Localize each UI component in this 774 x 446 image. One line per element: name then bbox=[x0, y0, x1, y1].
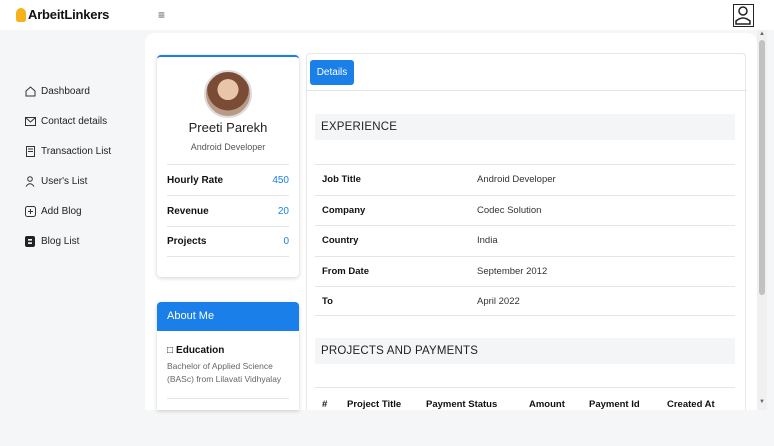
tab-details[interactable]: Details bbox=[310, 60, 354, 85]
stat-value[interactable]: 20 bbox=[278, 206, 289, 217]
profile-card: Preeti Parekh Android Developer Hourly R… bbox=[157, 55, 299, 277]
column-header-project-title[interactable]: Project Title bbox=[347, 399, 401, 410]
home-icon bbox=[24, 85, 36, 97]
column-header-amount[interactable]: Amount bbox=[529, 399, 565, 410]
blogger-icon bbox=[24, 235, 36, 247]
experience-row-company: Company Codec Solution bbox=[315, 195, 735, 225]
experience-label: From Date bbox=[322, 266, 369, 277]
stat-value[interactable]: 450 bbox=[272, 175, 289, 186]
experience-row-from-date: From Date September 2012 bbox=[315, 256, 735, 286]
stat-row-projects: Projects 0 bbox=[167, 226, 289, 257]
scrollbar-thumb[interactable] bbox=[759, 40, 765, 295]
sidebar-item-label: Transaction List bbox=[41, 145, 112, 157]
divider bbox=[167, 398, 289, 399]
table-divider bbox=[315, 387, 735, 388]
stat-label: Hourly Rate bbox=[167, 174, 224, 186]
document-icon bbox=[24, 145, 36, 157]
stat-row-revenue: Revenue 20 bbox=[167, 195, 289, 226]
avatar bbox=[204, 70, 252, 118]
experience-value: India bbox=[477, 235, 498, 246]
book-icon: □ bbox=[167, 345, 174, 356]
about-card: About Me □ Education Bachelor of Applied … bbox=[157, 302, 299, 410]
logo-drop-icon bbox=[16, 7, 26, 22]
sidebar-item-transaction-list[interactable]: Transaction List bbox=[24, 145, 111, 157]
experience-label: Job Title bbox=[322, 174, 361, 185]
sidebar-item-users-list[interactable]: User's List bbox=[24, 175, 87, 187]
sidebar-item-dashboard[interactable]: Dashboard bbox=[24, 85, 90, 97]
details-card: Details EXPERIENCE Job Title Android Dev… bbox=[306, 53, 747, 410]
experience-heading: EXPERIENCE bbox=[315, 114, 735, 140]
sidebar-item-blog-list[interactable]: Blog List bbox=[24, 235, 79, 247]
experience-value: September 2012 bbox=[477, 266, 548, 277]
app-name: ArbeitLinkers bbox=[28, 7, 110, 22]
scroll-down-icon[interactable]: ▼ bbox=[757, 399, 767, 405]
top-bar: ArbeitLinkers ≡ bbox=[0, 0, 774, 30]
sidebar-item-label: Contact details bbox=[41, 115, 108, 127]
experience-value: April 2022 bbox=[477, 295, 520, 307]
menu-toggle-icon[interactable]: ≡ bbox=[158, 8, 165, 22]
experience-value: Codec Solution bbox=[477, 205, 542, 216]
experience-row-to: To April 2022 bbox=[315, 286, 735, 316]
page-scrollbar[interactable]: ▲ ▼ bbox=[757, 30, 767, 410]
education-heading: □ Education bbox=[167, 345, 224, 356]
sidebar-item-contact-details[interactable]: Contact details bbox=[24, 115, 107, 127]
experience-label: Company bbox=[322, 205, 366, 216]
column-header-index[interactable]: # bbox=[322, 399, 327, 410]
user-icon bbox=[735, 6, 751, 25]
experience-value: Android Developer bbox=[477, 174, 556, 185]
experience-label: Country bbox=[322, 235, 359, 246]
stat-value[interactable]: 0 bbox=[283, 236, 289, 247]
stat-label: Projects bbox=[167, 236, 207, 247]
person-icon bbox=[24, 175, 36, 187]
education-text: Bachelor of Applied Science (BASc) from … bbox=[167, 361, 282, 384]
profile-role: Android Developer bbox=[190, 142, 266, 152]
sidebar-item-label: Add Blog bbox=[41, 205, 82, 217]
column-header-created-at[interactable]: Created At bbox=[667, 399, 715, 410]
user-menu-button[interactable] bbox=[733, 4, 754, 27]
sidebar-item-add-blog[interactable]: Add Blog bbox=[24, 205, 82, 217]
stat-label: Revenue bbox=[167, 205, 209, 217]
about-title: About Me bbox=[157, 302, 299, 331]
mail-icon bbox=[24, 115, 36, 127]
column-header-payment-status[interactable]: Payment Status bbox=[426, 399, 497, 410]
stat-row-hourly-rate: Hourly Rate 450 bbox=[167, 164, 289, 195]
experience-label: To bbox=[322, 295, 333, 307]
app-logo[interactable]: ArbeitLinkers bbox=[16, 7, 109, 22]
tab-divider bbox=[307, 90, 747, 91]
sidebar-item-label: Dashboard bbox=[41, 85, 90, 97]
projects-heading: PROJECTS AND PAYMENTS bbox=[315, 338, 735, 364]
sidebar: Dashboard Contact details Transaction Li… bbox=[0, 30, 145, 410]
column-header-payment-id[interactable]: Payment Id bbox=[589, 399, 640, 410]
experience-row-country: Country India bbox=[315, 225, 735, 255]
plus-square-icon bbox=[24, 205, 36, 217]
experience-row-job-title: Job Title Android Developer bbox=[315, 164, 735, 194]
sidebar-item-label: User's List bbox=[41, 175, 88, 187]
sidebar-item-label: Blog List bbox=[41, 235, 80, 247]
education-title: Education bbox=[176, 345, 225, 356]
scroll-up-icon[interactable]: ▲ bbox=[757, 31, 767, 37]
profile-name: Preeti Parekh bbox=[188, 120, 268, 135]
